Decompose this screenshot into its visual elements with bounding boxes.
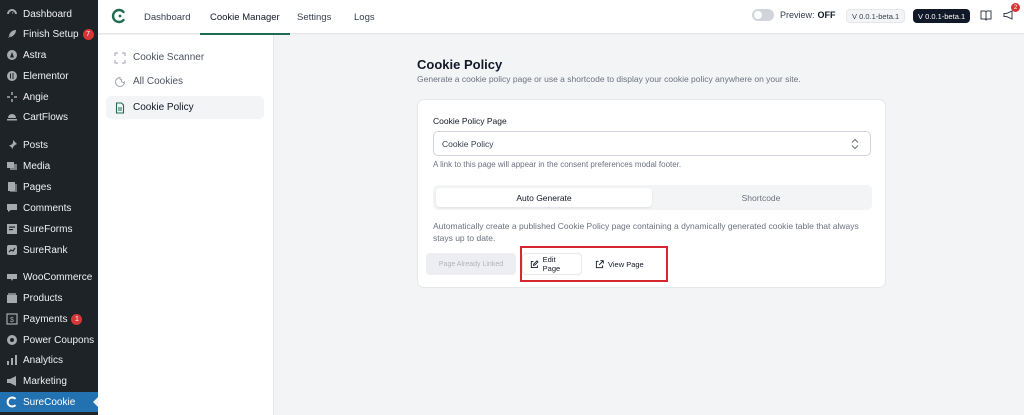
policy-page-select[interactable]: Cookie Policy	[433, 131, 871, 156]
cartflows-icon	[6, 111, 18, 123]
mode-segmented-control: Auto Generate Shortcode	[433, 185, 872, 210]
plugin-sidebar: Cookie Scanner All Cookies Cookie Policy	[98, 35, 274, 415]
payments-icon: $	[6, 313, 18, 325]
document-icon	[114, 101, 126, 114]
wp-admin-sidebar: Dashboard Finish Setup 7 Astra Elementor …	[0, 0, 98, 415]
segment-auto-generate[interactable]: Auto Generate	[436, 188, 652, 207]
wp-menu-sureforms[interactable]: SureForms	[0, 219, 98, 239]
chevron-updown-icon	[851, 138, 859, 150]
rocket-icon	[6, 28, 18, 40]
preview-toggle-group: Preview: OFF	[752, 9, 836, 21]
wp-menu-products[interactable]: Products	[0, 288, 98, 308]
analytics-icon	[6, 354, 18, 366]
nav-cookie-policy[interactable]: Cookie Policy	[106, 96, 264, 119]
wp-menu-surerank[interactable]: SureRank	[0, 240, 98, 260]
notification-badge: 2	[1011, 3, 1020, 12]
page-already-linked-button: Page Already Linked	[426, 253, 516, 275]
preview-state: OFF	[817, 10, 836, 20]
policy-page-help: A link to this page will appear in the c…	[433, 160, 682, 169]
wp-menu-finish-setup[interactable]: Finish Setup 7	[0, 24, 98, 44]
wp-menu-dashboard[interactable]: Dashboard	[0, 4, 98, 24]
woocommerce-icon	[6, 271, 18, 283]
setup-count-badge: 7	[82, 28, 94, 40]
cookie-icon	[114, 76, 126, 88]
wp-menu-analytics[interactable]: Analytics	[0, 350, 98, 370]
tab-settings[interactable]: Settings	[297, 0, 331, 34]
wp-menu-woocommerce[interactable]: WooCommerce	[0, 267, 98, 287]
view-page-button[interactable]: View Page	[588, 253, 660, 275]
wp-menu-elementor[interactable]: Elementor	[0, 66, 98, 86]
payments-count-badge: 1	[71, 313, 83, 325]
products-icon	[6, 292, 18, 304]
version-badge: V 0.0.1-beta.1	[846, 9, 906, 23]
wp-menu-comments[interactable]: Comments	[0, 198, 98, 218]
pin-icon	[6, 139, 18, 151]
surecookie-logo	[111, 8, 125, 24]
book-icon[interactable]	[980, 9, 992, 21]
plugin-topbar: Dashboard Cookie Manager Settings Logs P…	[98, 0, 1024, 35]
megaphone-icon	[6, 375, 18, 387]
main-content: Cookie Policy Generate a cookie policy p…	[274, 35, 1024, 415]
external-link-icon	[595, 259, 604, 268]
scanner-icon	[114, 52, 126, 64]
edit-page-button[interactable]: Edit Page	[522, 253, 582, 275]
page-description: Generate a cookie policy page or use a s…	[417, 74, 801, 84]
pages-icon	[6, 181, 18, 193]
wp-menu-marketing[interactable]: Marketing	[0, 371, 98, 391]
pro-version-badge: V 0.0.1-beta.1	[913, 9, 971, 23]
media-icon	[6, 160, 18, 172]
nav-all-cookies[interactable]: All Cookies	[106, 70, 264, 93]
wp-menu-payments[interactable]: $ Payments 1	[0, 309, 98, 329]
wp-menu-pages[interactable]: Pages	[0, 177, 98, 197]
edit-icon	[530, 259, 539, 268]
wp-menu-surecookie[interactable]: SureCookie	[0, 392, 98, 412]
nav-cookie-scanner[interactable]: Cookie Scanner	[106, 46, 264, 69]
elementor-icon	[6, 70, 18, 82]
page-title: Cookie Policy	[417, 57, 503, 72]
cookie-policy-card: Cookie Policy Page Cookie Policy A link …	[417, 99, 886, 288]
coupon-icon	[6, 334, 18, 346]
segment-shortcode[interactable]: Shortcode	[653, 188, 869, 207]
auto-generate-description: Automatically create a published Cookie …	[433, 221, 859, 243]
svg-text:$: $	[10, 317, 14, 324]
wp-menu-posts[interactable]: Posts	[0, 135, 98, 155]
preview-toggle[interactable]	[752, 9, 774, 21]
preview-label: Preview:	[780, 10, 815, 20]
dashboard-icon	[6, 8, 18, 20]
angie-icon	[6, 91, 18, 103]
astra-icon	[6, 49, 18, 61]
wp-menu-media[interactable]: Media	[0, 156, 98, 176]
wp-menu-astra[interactable]: Astra	[0, 45, 98, 65]
surerank-icon	[6, 244, 18, 256]
wp-menu-power-coupons[interactable]: Power Coupons	[0, 330, 98, 350]
wp-menu-angie[interactable]: Angie	[0, 87, 98, 107]
policy-page-select-value: Cookie Policy	[442, 138, 494, 149]
surecookie-icon	[6, 396, 18, 408]
sureforms-icon	[6, 223, 18, 235]
comment-icon	[6, 202, 18, 214]
tab-dashboard[interactable]: Dashboard	[144, 0, 190, 34]
tab-cookie-manager[interactable]: Cookie Manager	[200, 0, 290, 35]
tab-logs[interactable]: Logs	[354, 0, 375, 34]
wp-menu-cartflows[interactable]: CartFlows	[0, 107, 98, 127]
policy-page-label: Cookie Policy Page	[433, 116, 507, 126]
